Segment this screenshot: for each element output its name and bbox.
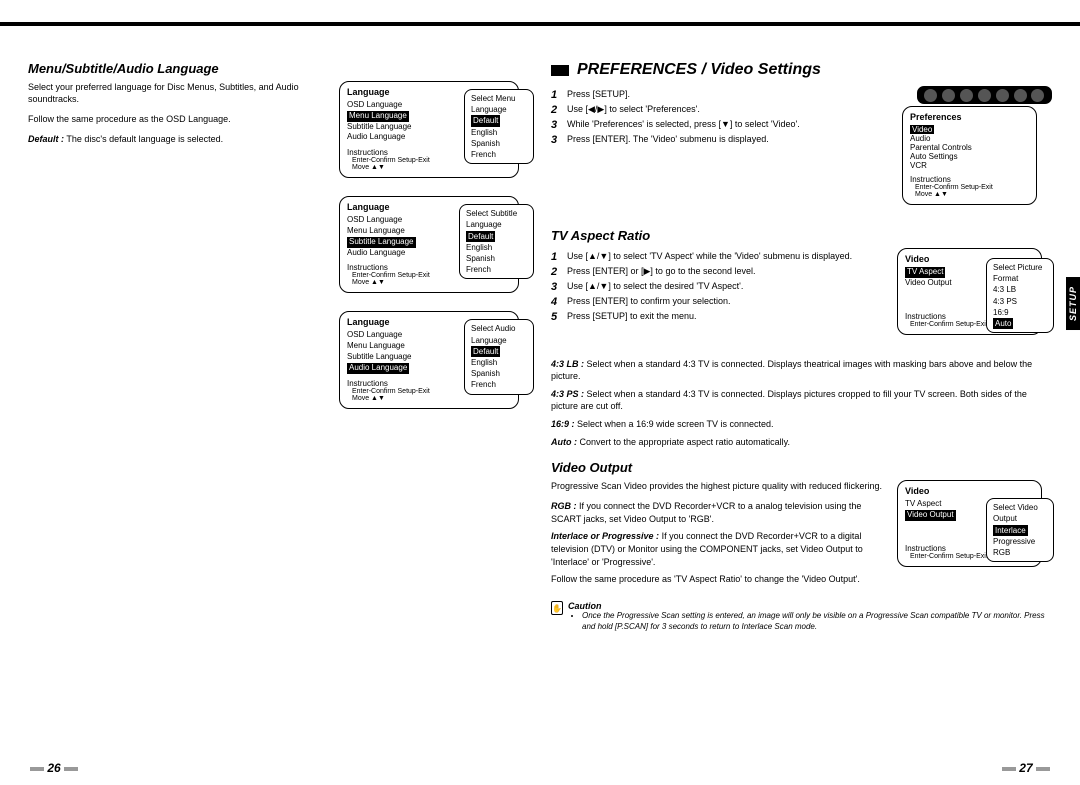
left-intro: Select your preferred language for Disc … [28,81,327,105]
heading-bar [551,65,569,76]
left-follow-same: Follow the same procedure as the OSD Lan… [28,113,327,125]
hand-icon: ✋ [551,601,563,615]
default-label: Default : [28,134,64,144]
page-number-right: 27 [1002,761,1050,775]
side-tab-setup: SETUP [1066,277,1080,330]
left-section-title: Menu/Subtitle/Audio Language [28,61,529,76]
right-page: PREFERENCES / Video Settings 1Press [SET… [551,61,1052,632]
caution-label: Caution [568,601,1052,611]
page-number-left: 26 [30,761,78,775]
aspect-title: TV Aspect Ratio [551,228,1052,243]
popup-select-menu: Select Menu Language Default English Spa… [464,89,534,164]
osd-preferences: Preferences Video Audio Parental Control… [902,106,1037,205]
header-left: Initial Setup [244,46,301,57]
default-text: The disc's default language is selected. [66,134,223,144]
popup-picture-format: Select Picture Format 4:3 LB 4:3 PS 16:9… [986,258,1054,333]
caution-text: Once the Progressive Scan setting is ent… [582,611,1052,632]
popup-select-audio: Select Audio Language Default English Sp… [464,319,534,394]
prefs-steps: 1Press [SETUP]. 2Use [◀/▶] to select 'Pr… [551,89,892,146]
popup-select-subtitle: Select Subtitle Language Default English… [459,204,534,279]
left-page: Menu/Subtitle/Audio Language Select your… [28,61,529,632]
header-right: Initial Setup [979,46,1036,57]
output-title: Video Output [551,460,1052,475]
popup-video-output: Select Video Output Interlace Progressiv… [986,498,1054,562]
icon-row [917,86,1052,104]
prefs-title: PREFERENCES / Video Settings [577,61,821,79]
